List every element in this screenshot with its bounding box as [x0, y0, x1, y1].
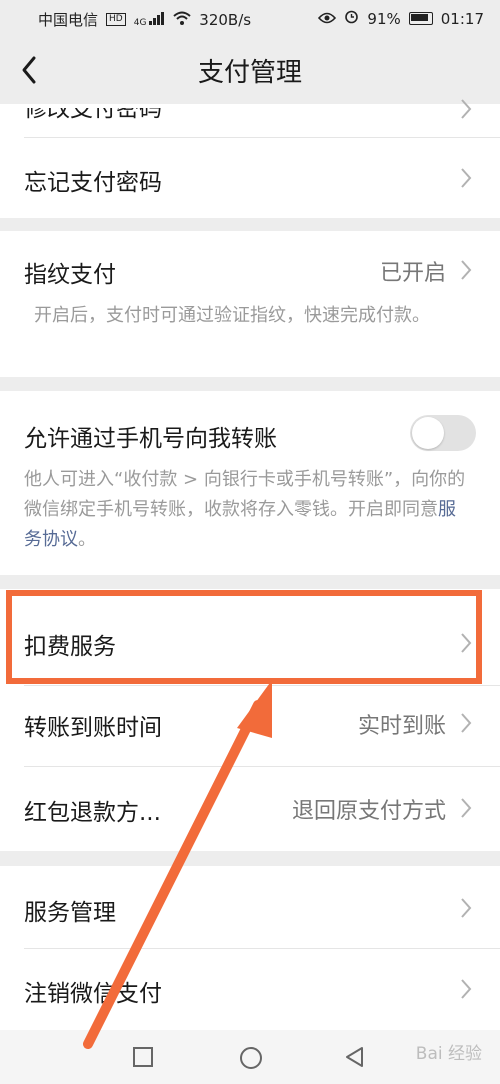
arrow-annotation — [83, 680, 272, 1049]
